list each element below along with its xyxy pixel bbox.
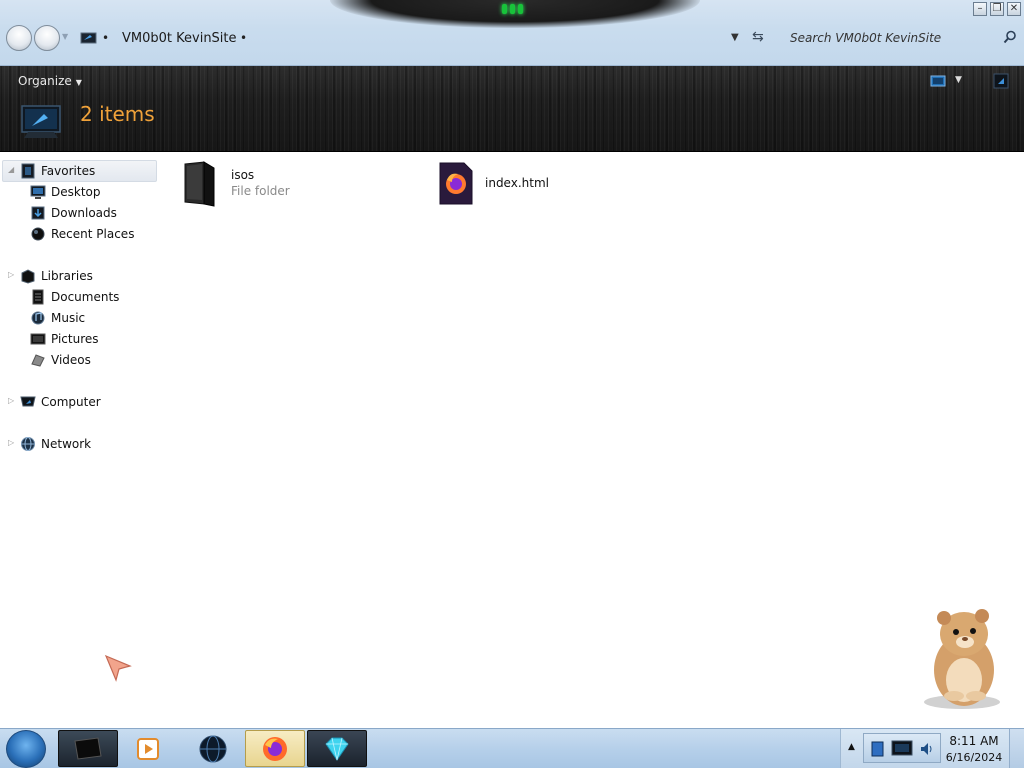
address-dropdown[interactable]: ▼ <box>731 32 739 43</box>
nav-computer-label: Computer <box>41 395 101 409</box>
file-name: isos <box>231 168 255 182</box>
clock-date[interactable]: 6/16/2024 <box>945 751 1003 764</box>
item-count-label: 2 items <box>80 102 155 126</box>
search-input[interactable] <box>780 26 1020 50</box>
nav-network-label: Network <box>41 437 92 451</box>
nav-desktop[interactable]: Desktop <box>30 182 101 202</box>
file-list: isos File folder index.html <box>160 152 1024 728</box>
nav-pictures-label: Pictures <box>51 332 99 346</box>
nav-music-label: Music <box>51 311 86 325</box>
media-player-icon <box>137 737 159 760</box>
documents-icon <box>32 289 44 305</box>
help-icon[interactable] <box>992 72 1010 90</box>
videos-icon <box>31 354 45 367</box>
volume-icon[interactable] <box>918 741 934 757</box>
expand-arrow-icon[interactable]: ▷ <box>8 438 14 447</box>
nav-libraries[interactable]: Libraries <box>20 266 93 286</box>
view-options-dropdown[interactable]: ▼ <box>955 75 962 85</box>
taskbar-explorer-button[interactable] <box>58 730 118 767</box>
nav-desktop-label: Desktop <box>51 185 101 199</box>
firefox-icon <box>263 736 287 761</box>
breadcrumb-current-folder[interactable]: VM0b0t KevinSite <box>122 31 237 46</box>
show-desktop-button[interactable] <box>1009 729 1024 768</box>
title-bar-light-icon <box>500 4 524 16</box>
file-name: index.html <box>485 176 549 190</box>
recent-pages-dropdown[interactable]: ▼ <box>62 32 68 41</box>
file-type: File folder <box>231 184 290 198</box>
taskbar-globe-button[interactable] <box>183 730 243 767</box>
back-button[interactable] <box>6 25 32 51</box>
organize-label: Organize <box>18 74 72 88</box>
nav-computer[interactable]: Computer <box>20 392 101 412</box>
start-button[interactable] <box>6 730 46 768</box>
nav-downloads-label: Downloads <box>51 206 117 220</box>
system-tray: ▲ 8:11 AM 6/16/2024 <box>840 729 1024 768</box>
expand-arrow-icon[interactable]: ▷ <box>8 396 14 405</box>
nav-videos[interactable]: Videos <box>30 350 91 370</box>
command-bar: Organize ▼ ▼ 2 items <box>0 66 1024 152</box>
search-icon[interactable] <box>1003 30 1017 44</box>
collapse-arrow-icon[interactable]: ◢ <box>8 165 14 174</box>
network-globe-icon <box>21 437 35 451</box>
show-hidden-icons-arrow[interactable]: ▲ <box>848 742 855 752</box>
chevron-down-icon: ▼ <box>75 78 82 87</box>
pictures-icon <box>30 333 46 345</box>
nav-music[interactable]: Music <box>30 308 85 328</box>
tray-icons-area <box>863 733 941 763</box>
maximize-button[interactable]: ❐ <box>990 2 1004 16</box>
nav-pictures[interactable]: Pictures <box>30 329 99 349</box>
expand-arrow-icon[interactable]: ▷ <box>8 270 14 279</box>
nav-videos-label: Videos <box>51 353 91 367</box>
action-center-flag-icon[interactable] <box>870 740 886 758</box>
folder-details-icon <box>21 105 61 138</box>
nav-favorites[interactable]: Favorites <box>20 161 95 181</box>
folder-icon <box>184 161 215 207</box>
clock-time[interactable]: 8:11 AM <box>945 734 1003 748</box>
nav-documents[interactable]: Documents <box>30 287 119 307</box>
nav-libraries-label: Libraries <box>41 269 93 283</box>
nav-recent-places[interactable]: Recent Places <box>30 224 134 244</box>
explorer-icon <box>74 736 102 760</box>
organize-button[interactable]: Organize ▼ <box>18 74 82 88</box>
star-folder-icon <box>21 163 35 179</box>
forward-button[interactable] <box>34 25 60 51</box>
desktop-icon <box>30 185 46 199</box>
refresh-icon[interactable]: ⇆ <box>752 29 764 45</box>
recent-places-icon <box>31 227 45 241</box>
nav-favorites-label: Favorites <box>41 164 96 178</box>
nav-recent-places-label: Recent Places <box>51 227 135 241</box>
breadcrumb-separator[interactable]: • <box>102 31 109 45</box>
nav-network[interactable]: Network <box>20 434 91 454</box>
navigation-pane: ◢ Favorites Desktop Downloads Recent Pla… <box>0 152 160 728</box>
mouse-cursor-icon <box>104 654 132 682</box>
minimize-button[interactable]: – <box>973 2 987 16</box>
taskbar-firefox-button[interactable] <box>245 730 305 767</box>
downloads-icon <box>31 206 45 220</box>
network-monitor-icon[interactable] <box>890 738 914 760</box>
taskbar-media-player-button[interactable] <box>118 730 178 767</box>
taskbar-diamond-app-button[interactable] <box>307 730 367 767</box>
libraries-icon <box>21 269 35 284</box>
diamond-icon <box>325 737 349 761</box>
close-button[interactable]: ✕ <box>1007 2 1021 16</box>
folder-location-icon <box>80 32 97 44</box>
nav-documents-label: Documents <box>51 290 120 304</box>
breadcrumb-separator[interactable]: • <box>240 31 247 45</box>
taskbar: ▲ 8:11 AM 6/16/2024 <box>0 728 1024 768</box>
hamster-mascot-icon <box>924 609 1000 709</box>
file-item-index-html[interactable]: index.html <box>438 162 549 206</box>
globe-icon <box>199 735 227 762</box>
computer-icon <box>20 396 36 407</box>
file-item-isos[interactable]: isos File folder <box>180 160 290 208</box>
change-view-icon[interactable] <box>930 75 946 87</box>
music-icon <box>31 311 45 325</box>
nav-downloads[interactable]: Downloads <box>30 203 117 223</box>
firefox-html-icon <box>439 162 473 205</box>
address-bar: – ❐ ✕ ▼ • VM0b0t KevinSite • ▼ ⇆ <box>0 0 1024 66</box>
